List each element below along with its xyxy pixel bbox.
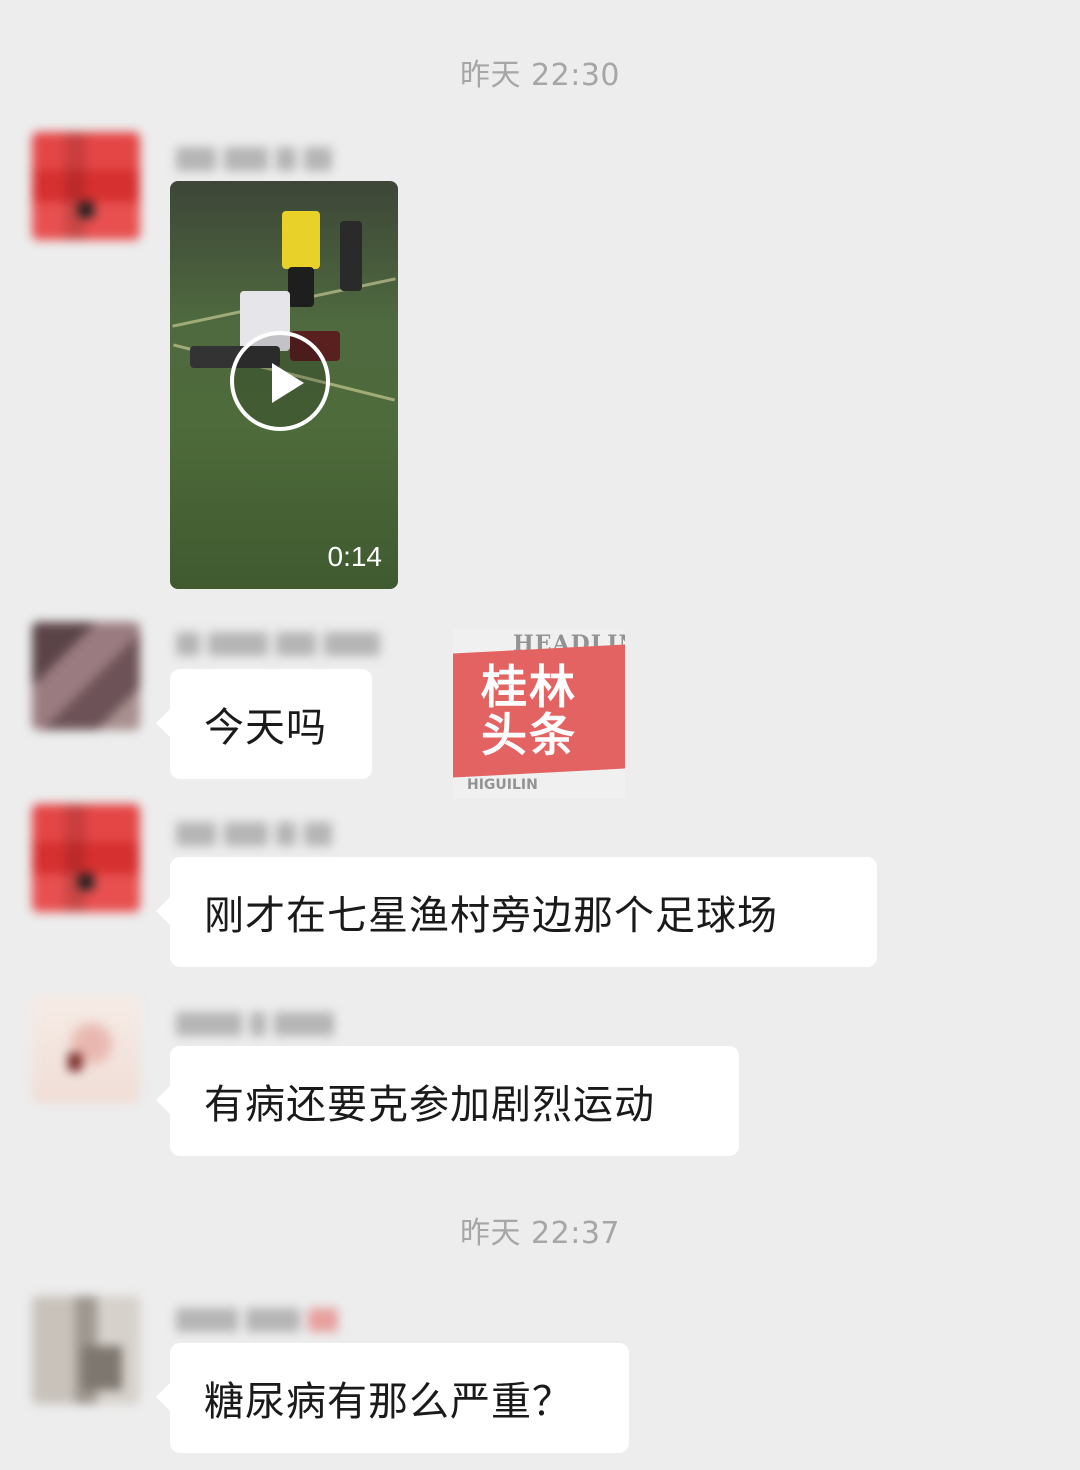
sender-name <box>176 145 332 173</box>
video-message[interactable]: 0:14 <box>170 181 398 589</box>
avatar[interactable] <box>32 622 140 730</box>
message-text: 今天吗 <box>204 705 327 751</box>
message-bubble[interactable]: 有病还要克参加剧烈运动 <box>156 1046 739 1156</box>
avatar[interactable] <box>32 995 140 1103</box>
message-bubble[interactable]: 今天吗 <box>156 669 372 779</box>
logo-text: 桂林 头条 <box>481 660 577 762</box>
video-duration: 0:14 <box>327 541 383 572</box>
logo-bottom-text: HIGUILIN <box>467 777 538 793</box>
message-bubble[interactable]: 糖尿病有那么严重？ <box>156 1343 629 1453</box>
play-icon[interactable] <box>230 331 330 431</box>
avatar[interactable] <box>32 804 140 912</box>
sender-name <box>176 1010 334 1038</box>
message-bubble[interactable]: 刚才在七星渔村旁边那个足球场 <box>156 857 877 967</box>
avatar[interactable] <box>32 1296 140 1404</box>
guilin-headline-logo: HEADLIN 桂林 头条 HIGUILIN <box>453 629 625 799</box>
timestamp: 昨天 22:30 <box>460 58 620 93</box>
message-text: 糖尿病有那么严重？ <box>204 1379 573 1425</box>
sender-name <box>176 1306 338 1334</box>
sender-name <box>176 630 380 658</box>
sender-name <box>176 820 332 848</box>
message-text: 刚才在七星渔村旁边那个足球场 <box>204 893 778 939</box>
timestamp: 昨天 22:37 <box>460 1216 620 1251</box>
avatar[interactable] <box>32 132 140 240</box>
message-text: 有病还要克参加剧烈运动 <box>204 1082 655 1128</box>
